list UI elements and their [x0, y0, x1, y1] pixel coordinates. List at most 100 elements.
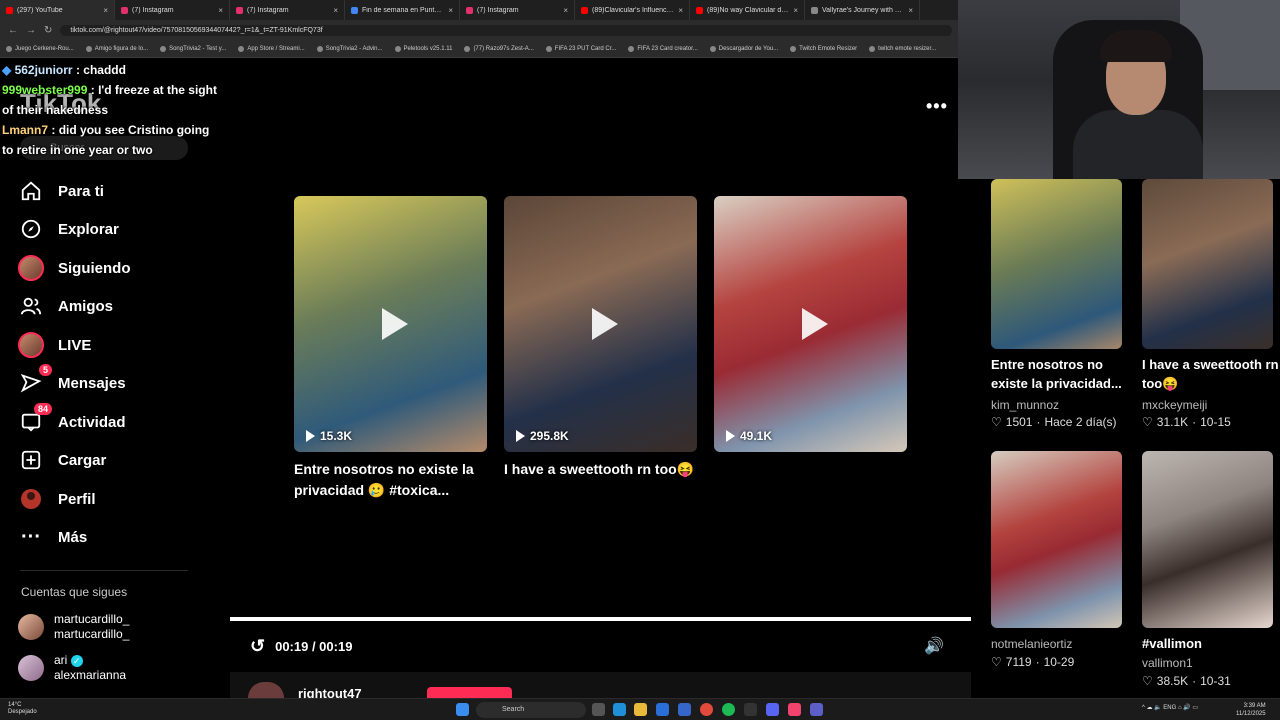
- video-caption[interactable]: Entre nosotros no existe la privacidad 🥲…: [294, 459, 494, 501]
- like-count: 31.1K: [1156, 415, 1189, 429]
- tab-title: (89)No way Clavicular did thi: [707, 6, 790, 14]
- sidebar-item-mensajes[interactable]: 5 Mensajes: [18, 364, 126, 397]
- bookmark-item[interactable]: Descargador de You...: [709, 46, 778, 52]
- clock-time: 3:39 AM: [1243, 703, 1266, 709]
- tab-close-icon[interactable]: ×: [333, 6, 338, 15]
- tab-close-icon[interactable]: ×: [908, 6, 913, 15]
- bookmark-favicon-icon: [238, 46, 245, 52]
- tab-favicon-icon: [466, 6, 473, 14]
- bookmark-item[interactable]: Twitch Emote Resizer: [790, 46, 857, 52]
- sidebar-item-explorar[interactable]: Explorar: [18, 215, 119, 243]
- weather-widget[interactable]: 14°C Despejado: [8, 702, 37, 716]
- streamer-hair: [1100, 30, 1172, 62]
- chat-message: 999webster999 : I'd freeze at the sight …: [2, 80, 217, 120]
- bookmark-item[interactable]: Peletools v25.1.11: [394, 46, 452, 52]
- following-account[interactable]: ari ✓ alexmarianna: [18, 653, 126, 683]
- bookmark-item[interactable]: twitch emote resizer...: [869, 46, 936, 52]
- recommended-video-card[interactable]: [1142, 179, 1273, 349]
- browser-tab[interactable]: (7) Instagram ×: [115, 0, 230, 20]
- sidebar-item-live[interactable]: LIVE: [18, 331, 91, 359]
- bookmark-favicon-icon: [85, 46, 92, 52]
- following-avatar-icon: [18, 255, 44, 281]
- store-icon[interactable]: [656, 703, 669, 716]
- system-tray[interactable]: ^ ☁ 🔈 ENG ⌂ 🔊 ▭: [1142, 704, 1198, 711]
- recommended-caption[interactable]: Entre nosotros no existe la privacidad..…: [991, 355, 1131, 393]
- recommended-video-card[interactable]: [1142, 451, 1273, 628]
- bookmark-item[interactable]: FIFA 23 PUT Card Cr...: [545, 46, 616, 52]
- tab-close-icon[interactable]: ×: [448, 6, 453, 15]
- mail-icon[interactable]: [678, 703, 691, 716]
- bookmark-item[interactable]: SongTrivia2 - Advin...: [316, 46, 383, 52]
- sidebar-item-actividad[interactable]: 84 Actividad: [18, 403, 126, 436]
- windows-start-icon[interactable]: [456, 703, 469, 716]
- bookmark-item[interactable]: SongTrivia2 - Test y...: [160, 46, 226, 52]
- browser-tab[interactable]: Fin de semana en Punta Cana ×: [345, 0, 460, 20]
- url-input[interactable]: tiktok.com/@rightout47/video/75708150569…: [60, 25, 952, 36]
- forward-icon[interactable]: →: [26, 25, 36, 36]
- recommended-user[interactable]: notmelanieortiz: [991, 637, 1072, 651]
- sidebar-item-siguiendo[interactable]: Siguiendo: [18, 254, 131, 282]
- file-explorer-icon[interactable]: [634, 703, 647, 716]
- browser-tab[interactable]: (89)No way Clavicular did thi ×: [690, 0, 805, 20]
- replay-icon[interactable]: ↺: [250, 636, 265, 657]
- tab-close-icon[interactable]: ×: [678, 6, 683, 15]
- recommended-user[interactable]: mxckeymeiji: [1142, 398, 1207, 412]
- bookmark-label: SongTrivia2 - Test y...: [169, 46, 227, 52]
- chrome-icon[interactable]: [700, 703, 713, 716]
- taskbar-search[interactable]: Search: [476, 702, 586, 718]
- recommended-user[interactable]: vallimon1: [1142, 656, 1193, 670]
- video-card[interactable]: 295.8K: [504, 196, 697, 452]
- tab-favicon-icon: [6, 6, 13, 14]
- volume-icon[interactable]: 🔊: [924, 636, 944, 656]
- bookmark-item[interactable]: (77) Razo97s Zest-A...: [464, 46, 534, 52]
- sidebar-item-label: Perfil: [58, 490, 96, 508]
- video-progress-bar[interactable]: [230, 617, 971, 621]
- author-name[interactable]: rightout47: [298, 686, 362, 698]
- browser-tab[interactable]: Vallyrae's Journey with 100 ×: [805, 0, 920, 20]
- sidebar-item-para-ti[interactable]: Para ti: [18, 177, 104, 205]
- recommended-caption[interactable]: #vallimon: [1142, 634, 1280, 653]
- sidebar-item-perfil[interactable]: Perfil: [18, 485, 96, 513]
- tab-favicon-icon: [351, 6, 358, 14]
- browser-tab[interactable]: (7) Instagram ×: [230, 0, 345, 20]
- recommended-user[interactable]: kim_munnoz: [991, 398, 1059, 412]
- tab-close-icon[interactable]: ×: [218, 6, 223, 15]
- recommended-video-card[interactable]: [991, 451, 1122, 628]
- browser-tab[interactable]: (297) YouTube ×: [0, 0, 115, 20]
- browser-tab[interactable]: (89)Clavicular's Influence on ×: [575, 0, 690, 20]
- recommended-video-card[interactable]: [991, 179, 1122, 349]
- music-icon[interactable]: [788, 703, 801, 716]
- bookmark-item[interactable]: Amigo figura de lo...: [85, 46, 148, 52]
- bookmark-item[interactable]: Juego Cerkene-Rou...: [6, 46, 74, 52]
- edge-icon[interactable]: [613, 703, 626, 716]
- video-card[interactable]: 15.3K: [294, 196, 487, 452]
- recommended-stats: ♡ 31.1K · 10-15: [1142, 415, 1231, 429]
- bookmark-item[interactable]: App Store / Streami...: [238, 46, 305, 52]
- sidebar-item-amigos[interactable]: Amigos: [18, 292, 113, 320]
- back-icon[interactable]: ←: [8, 25, 18, 36]
- tab-close-icon[interactable]: ×: [563, 6, 568, 15]
- tab-close-icon[interactable]: ×: [793, 6, 798, 15]
- browser-tab[interactable]: (7) Instagram ×: [460, 0, 575, 20]
- tab-close-icon[interactable]: ×: [103, 6, 108, 15]
- play-icon: [381, 308, 408, 340]
- teams-icon[interactable]: [810, 703, 823, 716]
- more-options-icon[interactable]: •••: [926, 96, 948, 117]
- task-view-icon[interactable]: [592, 703, 605, 716]
- reload-icon[interactable]: ↻: [44, 25, 52, 36]
- following-account[interactable]: martucardillo_ martucardillo_: [18, 612, 129, 642]
- spotify-icon[interactable]: [722, 703, 735, 716]
- follow-button[interactable]: [427, 687, 512, 698]
- recommended-caption[interactable]: I have a sweettooth rn too😝: [1142, 355, 1280, 393]
- discord-icon[interactable]: [766, 703, 779, 716]
- account-name: martucardillo_: [54, 612, 130, 626]
- taskbar-clock[interactable]: 3:39 AM 11/12/2025: [1236, 702, 1266, 718]
- tab-favicon-icon: [121, 6, 128, 14]
- obs-icon[interactable]: [744, 703, 757, 716]
- video-card[interactable]: 49.1K: [714, 196, 907, 452]
- video-caption[interactable]: I have a sweettooth rn too😝: [504, 459, 704, 480]
- sidebar-item-mas[interactable]: ··· Más: [18, 523, 87, 551]
- bookmark-item[interactable]: FIFA 23 Card creator...: [628, 46, 698, 52]
- sidebar-item-cargar[interactable]: Cargar: [18, 446, 106, 474]
- post-date: Hace 2 día(s): [1044, 415, 1117, 429]
